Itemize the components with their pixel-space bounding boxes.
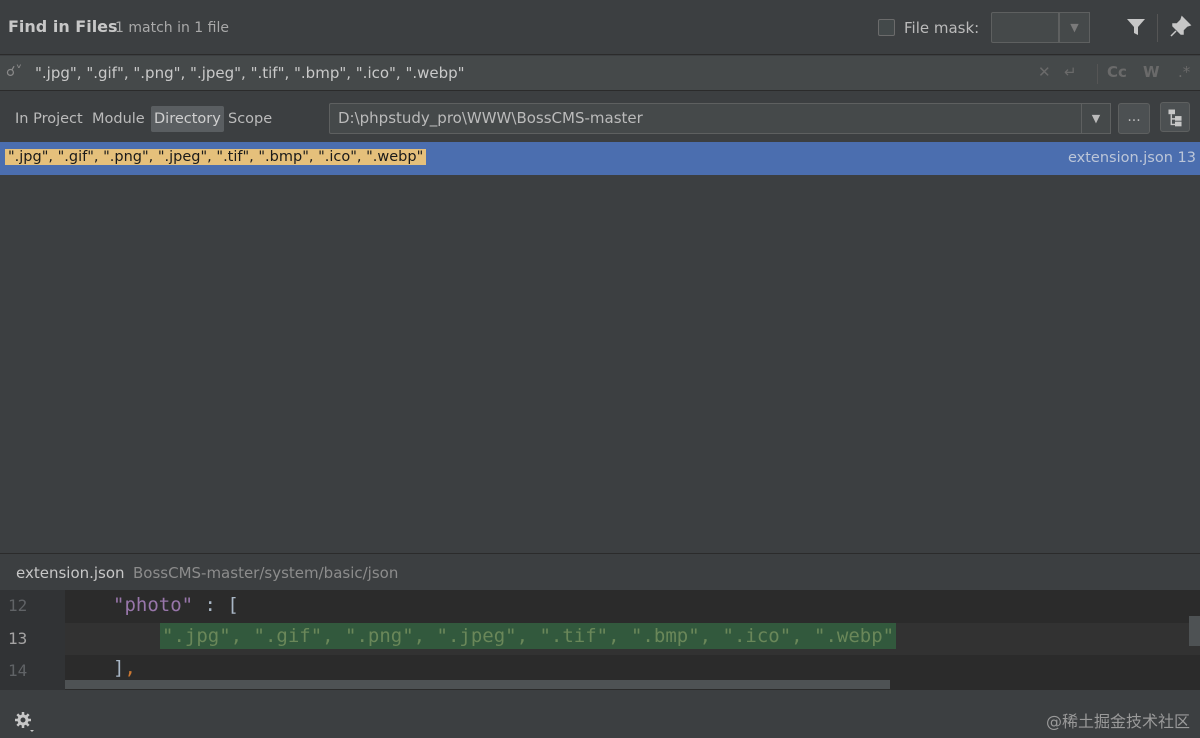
file-mask-checkbox[interactable] (878, 19, 895, 36)
pin-icon[interactable] (1168, 15, 1192, 39)
dialog-title: Find in Files (8, 17, 118, 36)
tab-in-project[interactable]: In Project (12, 106, 86, 132)
clear-search-icon[interactable]: ✕ (1038, 63, 1051, 81)
results-list: ".jpg", ".gif", ".png", ".jpeg", ".tif",… (0, 142, 1200, 552)
match-count: 1 match in 1 file (115, 20, 229, 36)
file-mask-input[interactable] (991, 12, 1059, 43)
search-history-icon[interactable]: ☌˅ (6, 64, 28, 82)
title-bar: Find in Files 1 match in 1 file File mas… (0, 0, 1200, 55)
tab-scope[interactable]: Scope (225, 106, 275, 132)
code-comma: , (124, 657, 136, 679)
file-mask-dropdown[interactable]: ▼ (1059, 12, 1090, 43)
tab-directory[interactable]: Directory (151, 106, 224, 132)
preview-header: extension.json BossCMS-master/system/bas… (0, 553, 1200, 590)
search-bar: ☌˅ ".jpg", ".gif", ".png", ".jpeg", ".ti… (0, 56, 1200, 91)
file-mask-label: File mask: (904, 19, 980, 37)
match-case-toggle[interactable]: Cc (1107, 63, 1127, 81)
result-file-location: extension.json 13 (1067, 150, 1196, 166)
directory-path: D:\phpstudy_pro\WWW\BossCMS-master (338, 109, 643, 127)
horizontal-scrollbar[interactable] (65, 680, 890, 689)
code-key: "photo" (113, 594, 194, 616)
tab-module[interactable]: Module (89, 106, 148, 132)
vertical-scrollbar[interactable] (1189, 616, 1200, 646)
code-bracket: [ (227, 594, 239, 616)
browse-button[interactable]: ... (1118, 103, 1150, 134)
line-number: 14 (8, 661, 28, 680)
gear-icon[interactable] (13, 710, 37, 734)
line-gutter: 12 13 14 (0, 590, 65, 690)
code-separator: : (193, 594, 228, 616)
words-toggle[interactable]: W (1143, 63, 1160, 81)
search-input[interactable]: ".jpg", ".gif", ".png", ".jpeg", ".tif",… (35, 64, 465, 82)
preview-filename: extension.json (16, 564, 125, 582)
new-line-icon[interactable]: ↵ (1064, 63, 1077, 81)
code-line: "photo" : [ (113, 594, 239, 616)
code-bracket: ] (113, 657, 125, 679)
search-divider (1097, 64, 1098, 84)
toolbar-divider (1157, 14, 1158, 42)
line-number: 12 (8, 596, 28, 615)
directory-dropdown[interactable]: ▼ (1081, 103, 1111, 134)
directory-field[interactable]: D:\phpstudy_pro\WWW\BossCMS-master (329, 103, 1082, 134)
recursive-tree-icon[interactable] (1160, 102, 1190, 132)
code-line: ], (113, 657, 136, 679)
code-match-highlight: ".jpg", ".gif", ".png", ".jpeg", ".tif",… (160, 623, 897, 649)
preview-path: BossCMS-master/system/basic/json (133, 564, 399, 582)
code-preview[interactable]: 12 13 14 "photo" : [ ".jpg", ".gif", ".p… (0, 590, 1200, 690)
line-number: 13 (8, 629, 28, 648)
result-match-text: ".jpg", ".gif", ".png", ".jpeg", ".tif",… (5, 149, 427, 165)
regex-icon[interactable]: .* (1178, 63, 1190, 81)
result-row[interactable]: ".jpg", ".gif", ".png", ".jpeg", ".tif",… (0, 142, 1200, 175)
code-line: ".jpg", ".gif", ".png", ".jpeg", ".tif",… (160, 623, 897, 649)
filter-icon[interactable] (1125, 16, 1147, 38)
watermark: @稀土掘金技术社区 (1045, 712, 1190, 731)
bottom-bar: @稀土掘金技术社区 (0, 690, 1200, 738)
